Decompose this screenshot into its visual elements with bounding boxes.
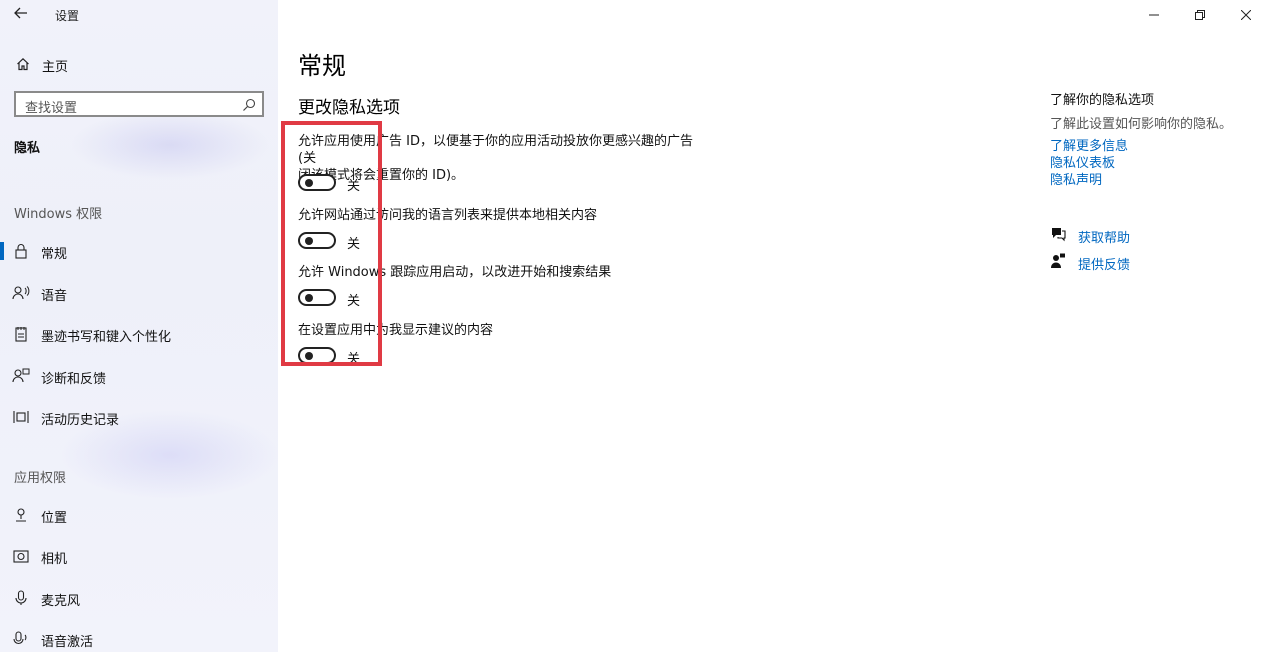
feedback-person-icon: [12, 367, 30, 385]
sidebar-item-microphone[interactable]: 麦克风: [0, 583, 278, 613]
aside-description: 了解此设置如何影响你的隐私。: [1050, 117, 1233, 132]
search-input[interactable]: 查找设置: [14, 91, 264, 117]
sidebar-item-label: 麦克风: [41, 594, 81, 609]
app-title: 设置: [55, 9, 80, 23]
sidebar-item-label: 常规: [41, 247, 68, 262]
microphone-icon: [12, 589, 30, 607]
sidebar-item-general[interactable]: 常规: [0, 236, 278, 266]
close-icon: [1241, 10, 1251, 20]
sidebar-item-label: 活动历史记录: [41, 413, 120, 428]
home-icon: [14, 55, 32, 73]
restore-icon: [1195, 10, 1205, 20]
sidebar-item-label: 相机: [41, 552, 68, 567]
current-section-title: 隐私: [14, 141, 41, 156]
page-title: 常规: [298, 52, 346, 80]
link-privacy-statement[interactable]: 隐私声明: [1050, 169, 1102, 188]
sidebar-item-label: 主页: [42, 60, 69, 75]
window-controls: [1140, 0, 1280, 30]
section-title: 更改隐私选项: [298, 98, 400, 118]
speech-icon: [12, 284, 30, 302]
location-icon: [12, 506, 30, 524]
get-help-link[interactable]: 获取帮助: [1050, 225, 1250, 246]
voice-activation-icon: [12, 630, 30, 648]
minimize-button[interactable]: [1145, 6, 1163, 24]
close-button[interactable]: [1237, 6, 1255, 24]
aside-title: 了解你的隐私选项: [1050, 93, 1155, 108]
sidebar-item-voice-activation[interactable]: 语音激活: [0, 624, 278, 652]
sidebar-item-speech[interactable]: 语音: [0, 278, 278, 308]
sidebar-item-home[interactable]: 主页: [0, 50, 278, 78]
background-blur: [70, 110, 270, 180]
main-content: 常规 更改隐私选项 允许应用使用广告 ID，以便基于你的应用活动投放你更感兴趣的…: [278, 0, 1280, 652]
sidebar-item-label: 位置: [41, 511, 68, 526]
sidebar-item-label: 语音: [41, 289, 68, 304]
chat-help-icon: [1050, 226, 1066, 242]
timeline-icon: [12, 408, 30, 426]
sidebar-item-camera[interactable]: 相机: [0, 541, 278, 571]
sidebar-item-label: 语音激活: [41, 635, 94, 650]
highlight-annotation-box: [281, 121, 382, 366]
sidebar-item-label: 墨迹书写和键入个性化: [41, 330, 172, 345]
sidebar: 设置 主页 查找设置 隐私 Windows 权限 常规 语音 墨迹书写和键入个性…: [0, 0, 278, 652]
search-placeholder: 查找设置: [25, 101, 78, 116]
notepad-icon: [12, 325, 30, 343]
lock-icon: [12, 242, 30, 260]
give-feedback-link[interactable]: 提供反馈: [1050, 252, 1250, 273]
sidebar-item-label: 诊断和反馈: [41, 372, 107, 387]
arrow-left-icon: [14, 7, 27, 19]
maximize-button[interactable]: [1191, 6, 1209, 24]
sidebar-item-diagnostics[interactable]: 诊断和反馈: [0, 361, 278, 391]
selected-indicator: [0, 242, 4, 260]
feedback-icon: [1050, 253, 1066, 269]
title-bar: 设置: [0, 0, 278, 30]
sidebar-item-location[interactable]: 位置: [0, 500, 278, 530]
group-label-windows: Windows 权限: [14, 207, 103, 222]
minimize-icon: [1149, 14, 1159, 16]
sidebar-item-activity-history[interactable]: 活动历史记录: [0, 402, 278, 432]
camera-icon: [12, 547, 30, 565]
sidebar-item-inking[interactable]: 墨迹书写和键入个性化: [0, 319, 278, 349]
give-feedback-label: 提供反馈: [1078, 258, 1131, 273]
get-help-label: 获取帮助: [1078, 231, 1131, 246]
back-button[interactable]: [10, 4, 32, 24]
search-icon: [242, 97, 256, 111]
group-label-apps: 应用权限: [14, 471, 67, 486]
